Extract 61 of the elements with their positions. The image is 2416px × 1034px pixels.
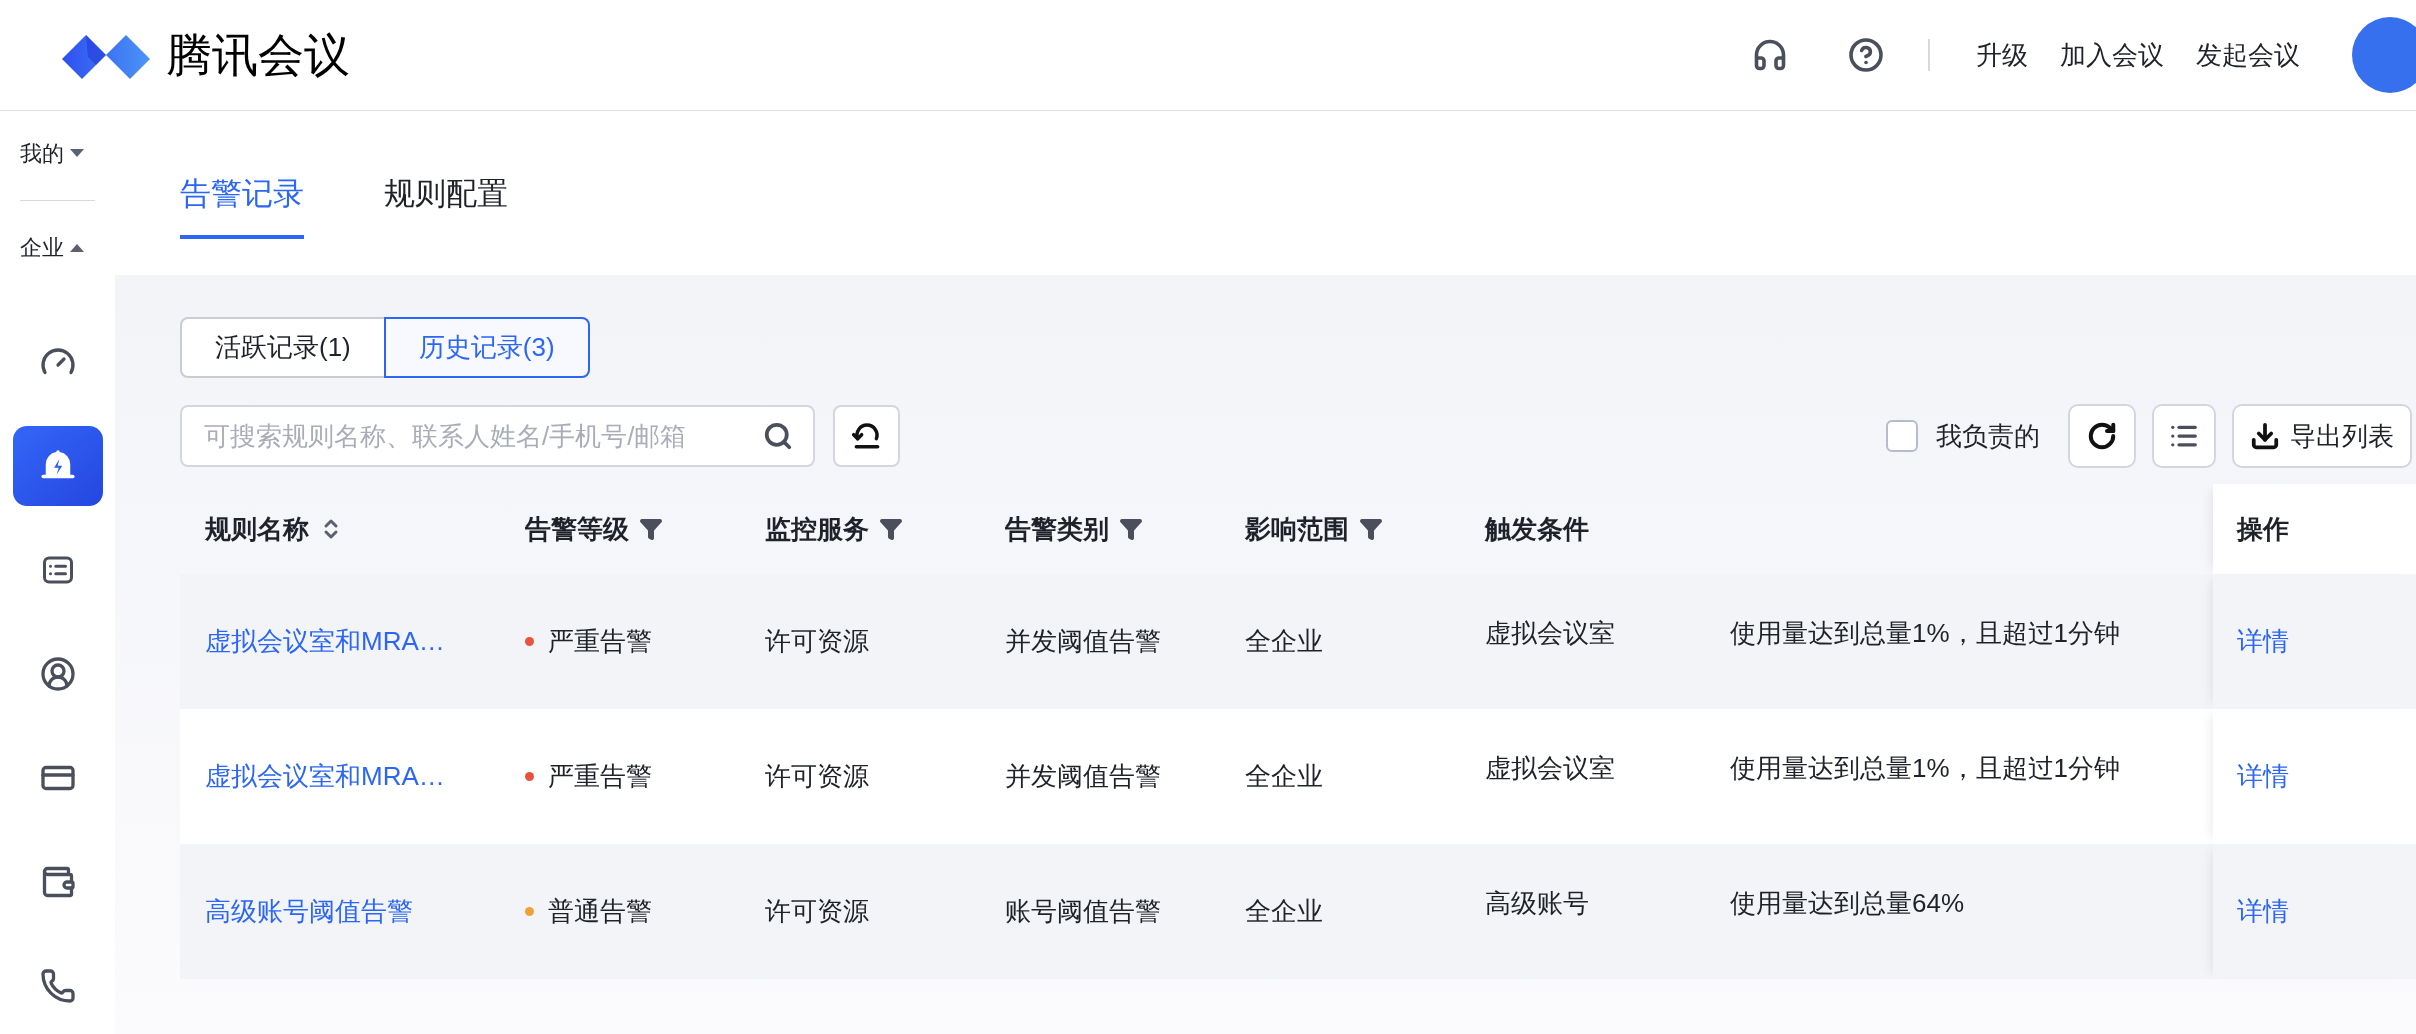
table-cell-text: 全企业 <box>1245 760 1324 793</box>
sidebar-section[interactable]: 我的 <box>0 137 115 170</box>
table-cell-text: 使用量达到总量1%，且超过1分钟 <box>1730 752 2122 785</box>
table-cell-text: 虚拟会议室 <box>1485 752 1616 785</box>
help-icon[interactable] <box>1848 37 1884 73</box>
column-header: 告警等级 <box>525 512 629 546</box>
header-link[interactable]: 发起会议 <box>2194 35 2302 75</box>
search-field[interactable]: 可搜索规则名称、联系人姓名/手机号/邮箱 <box>180 405 815 467</box>
column-header: 告警类别 <box>1005 512 1109 546</box>
user-icon <box>39 656 76 692</box>
sidebar-section[interactable]: 企业 <box>0 231 115 264</box>
rule-name-link[interactable]: 高级账号阈值告警 <box>180 892 525 931</box>
app-name: 腾讯会议 <box>166 27 350 83</box>
phone-icon <box>39 968 76 1004</box>
table-cell-text: 许可资源 <box>765 625 870 658</box>
table-cell-text: 全企业 <box>1245 895 1324 928</box>
tab[interactable]: 规则配置 <box>384 170 508 239</box>
details-link[interactable]: 详情 <box>2237 622 2289 661</box>
reset-button[interactable] <box>833 405 900 467</box>
segment-button[interactable]: 历史记录(3) <box>383 317 590 378</box>
column-header: 规则名称 <box>205 512 309 546</box>
checkbox-label: 我负责的 <box>1936 419 2040 453</box>
table-cell-text: 账号阈值告警 <box>1005 895 1162 928</box>
table-cell-text: 普通告警 <box>548 895 652 928</box>
rule-name-link[interactable]: 虚拟会议室和MRA… <box>180 622 525 661</box>
segment-button[interactable]: 活跃记录(1) <box>180 317 386 378</box>
filter-icon[interactable] <box>1359 517 1383 541</box>
details-link[interactable]: 详情 <box>2237 892 2289 931</box>
export-button[interactable]: 导出列表 <box>2232 404 2412 468</box>
column-header: 监控服务 <box>765 512 869 546</box>
filter-icon[interactable] <box>1119 517 1143 541</box>
table-cell-text: 高级账号 <box>1485 887 1590 920</box>
table-cell-text: 并发阈值告警 <box>1005 760 1162 793</box>
table-cell-text: 许可资源 <box>765 895 870 928</box>
table-cell-text: 虚拟会议室 <box>1485 617 1616 650</box>
avatar-icon[interactable] <box>2352 17 2416 93</box>
search-icon[interactable] <box>763 421 793 451</box>
table-cell-text: 并发阈值告警 <box>1005 625 1162 658</box>
download-icon <box>2250 421 2280 451</box>
support-icon[interactable] <box>1752 37 1788 73</box>
table-cell-text: 全企业 <box>1245 625 1324 658</box>
details-link[interactable]: 详情 <box>2237 757 2289 796</box>
column-header: 影响范围 <box>1245 512 1349 546</box>
filter-icon[interactable] <box>639 517 663 541</box>
table-cell-text: 严重告警 <box>548 760 652 793</box>
header-link[interactable]: 加入会议 <box>2058 35 2166 75</box>
table-cell-text: 严重告警 <box>548 625 652 658</box>
table-cell-text: 使用量达到总量64% <box>1730 887 1966 920</box>
tab[interactable]: 告警记录 <box>180 170 304 239</box>
refresh-icon <box>2087 421 2117 451</box>
refresh-button[interactable] <box>2068 404 2136 468</box>
sidebar-nav-item[interactable] <box>12 426 103 506</box>
column-header: 触发条件 <box>1485 512 1589 546</box>
checkbox[interactable] <box>1886 420 1918 452</box>
header-link[interactable]: 升级 <box>1974 35 2030 75</box>
columns-button[interactable] <box>2152 404 2216 468</box>
filter-icon[interactable] <box>879 517 903 541</box>
table-cell-text: 使用量达到总量1%，且超过1分钟 <box>1730 617 2122 650</box>
rule-name-link[interactable]: 虚拟会议室和MRA… <box>180 757 525 796</box>
column-header: 操作 <box>2237 512 2289 546</box>
table-cell-text: 许可资源 <box>765 760 870 793</box>
